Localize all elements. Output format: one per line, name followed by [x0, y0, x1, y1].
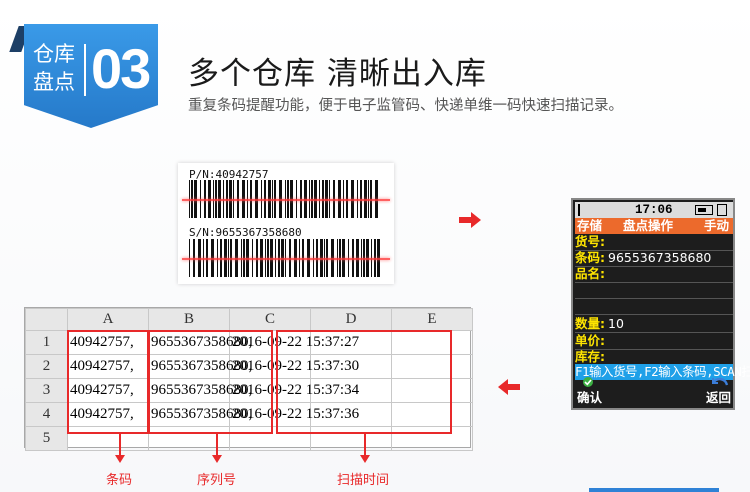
field-name[interactable]: 品名:: [575, 266, 733, 282]
status-bar: 17:06: [575, 202, 733, 218]
column-header[interactable]: B: [148, 308, 230, 331]
arrow-right-icon: [459, 212, 481, 228]
field-barcode[interactable]: 条码: 9655367358680: [575, 250, 733, 266]
row-header[interactable]: 2: [25, 354, 68, 379]
row-header[interactable]: 4: [25, 402, 68, 427]
column-header-row: A B C D E: [25, 308, 473, 331]
screen-header: 存储 盘点操作 手动: [575, 218, 733, 234]
scan-line: [182, 199, 390, 201]
badge-word-top: 仓库: [33, 42, 75, 66]
clock: 17:06: [635, 203, 673, 217]
corner-cell[interactable]: [25, 308, 68, 331]
confirm-button[interactable]: 确认: [577, 390, 602, 406]
check-icon: [583, 377, 593, 387]
field-item-no[interactable]: 货号:: [575, 234, 733, 250]
caption-serial: 序列号: [197, 473, 237, 488]
badge-separator: [84, 44, 86, 96]
badge-number: 03: [91, 37, 151, 100]
field-quantity[interactable]: 数量: 10: [575, 316, 733, 332]
arrow-left-icon: [498, 379, 520, 395]
field-price[interactable]: 单价:: [575, 333, 733, 349]
page-title: 多个仓库 清晰出入库: [188, 56, 487, 92]
time-column-highlight: [276, 330, 452, 434]
column-header[interactable]: E: [391, 308, 473, 331]
serial-number: S/N:9655367358680: [189, 226, 302, 239]
caption-scan-time: 扫描时间: [337, 473, 390, 488]
undo-icon: [712, 377, 729, 386]
screen-title: 盘点操作: [623, 218, 674, 233]
row-header[interactable]: 5: [25, 426, 68, 451]
scan-line: [182, 258, 390, 260]
section-badge: 仓库 盘点 03: [24, 24, 158, 128]
softkey-bar: 确认 返回: [575, 390, 733, 406]
column-header[interactable]: A: [67, 308, 149, 331]
menu-store[interactable]: 存储: [577, 218, 602, 234]
bottom-tab: [589, 488, 719, 492]
mode-manual[interactable]: 手动: [704, 218, 729, 234]
field-stock[interactable]: 库存:: [575, 349, 733, 365]
serial-column-highlight: [148, 330, 273, 434]
handheld-screen: 17:06 存储 盘点操作 手动 货号: 条码: 9655367358680 品名…: [571, 198, 750, 410]
signal-icon: [578, 204, 586, 216]
arrow-down-icon: [360, 434, 370, 463]
row-header[interactable]: 3: [25, 378, 68, 403]
badge-word-bottom: 盘点: [33, 70, 75, 94]
page-subtitle: 重复条码提醒功能，便于电子监管码、快递单维一码快速扫描记录。: [188, 98, 623, 114]
storage-icon: [717, 204, 727, 216]
caption-barcode: 条码: [106, 473, 133, 488]
column-header[interactable]: D: [310, 308, 392, 331]
back-button[interactable]: 返回: [706, 390, 731, 406]
column-header[interactable]: C: [229, 308, 311, 331]
row-header[interactable]: 1: [25, 330, 68, 355]
arrow-down-icon: [212, 434, 222, 463]
battery-icon: [695, 205, 713, 215]
barcode-column-highlight: [67, 330, 149, 434]
arrow-down-icon: [115, 434, 125, 463]
barcode-label: P/N:40942757 S/N:9655367358680: [178, 163, 394, 284]
